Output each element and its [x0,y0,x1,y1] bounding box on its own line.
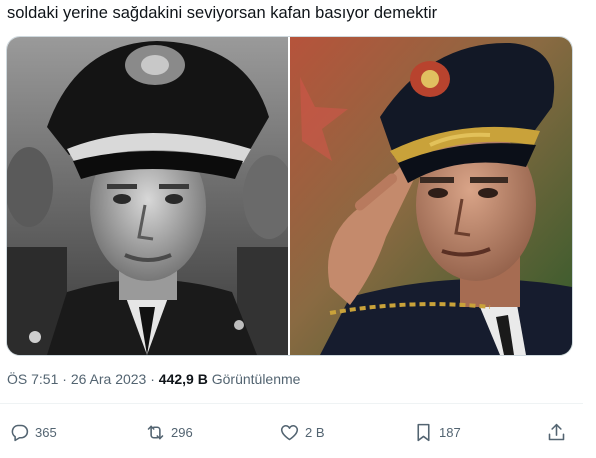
tweet-meta: ÖS 7:51 · 26 Ara 2023 · 442,9 B Görüntül… [7,371,300,387]
share-icon [546,422,567,443]
bookmark-button[interactable]: 187 [413,420,461,444]
action-bar: 365 296 2 B 187 [0,420,596,446]
reply-button[interactable]: 365 [9,420,57,444]
right-photo[interactable] [290,37,572,355]
scrollbar[interactable] [584,0,596,458]
reply-icon [9,422,30,443]
left-photo[interactable] [7,37,288,355]
meta-separator-2: · [150,371,155,387]
meta-separator: · [62,371,67,387]
like-button[interactable]: 2 B [279,420,325,444]
right-photo-image [290,37,572,355]
heart-icon [279,422,300,443]
reply-count: 365 [35,424,57,440]
bookmark-icon [413,422,434,443]
tweet-time[interactable]: ÖS 7:51 [7,371,58,387]
tweet-media[interactable] [6,36,573,356]
tweet-date[interactable]: 26 Ara 2023 [71,371,147,387]
tweet-text: soldaki yerine sağdakini seviyorsan kafa… [7,4,438,22]
like-count: 2 B [305,424,325,440]
repost-button[interactable]: 296 [145,420,193,444]
views-label: Görüntülenme [211,371,301,387]
divider [0,403,583,404]
repost-icon [145,422,166,443]
left-photo-image [7,37,288,355]
bookmark-count: 187 [439,424,461,440]
share-button[interactable] [546,420,567,444]
views-count: 442,9 B [158,371,208,387]
repost-count: 296 [171,424,193,440]
